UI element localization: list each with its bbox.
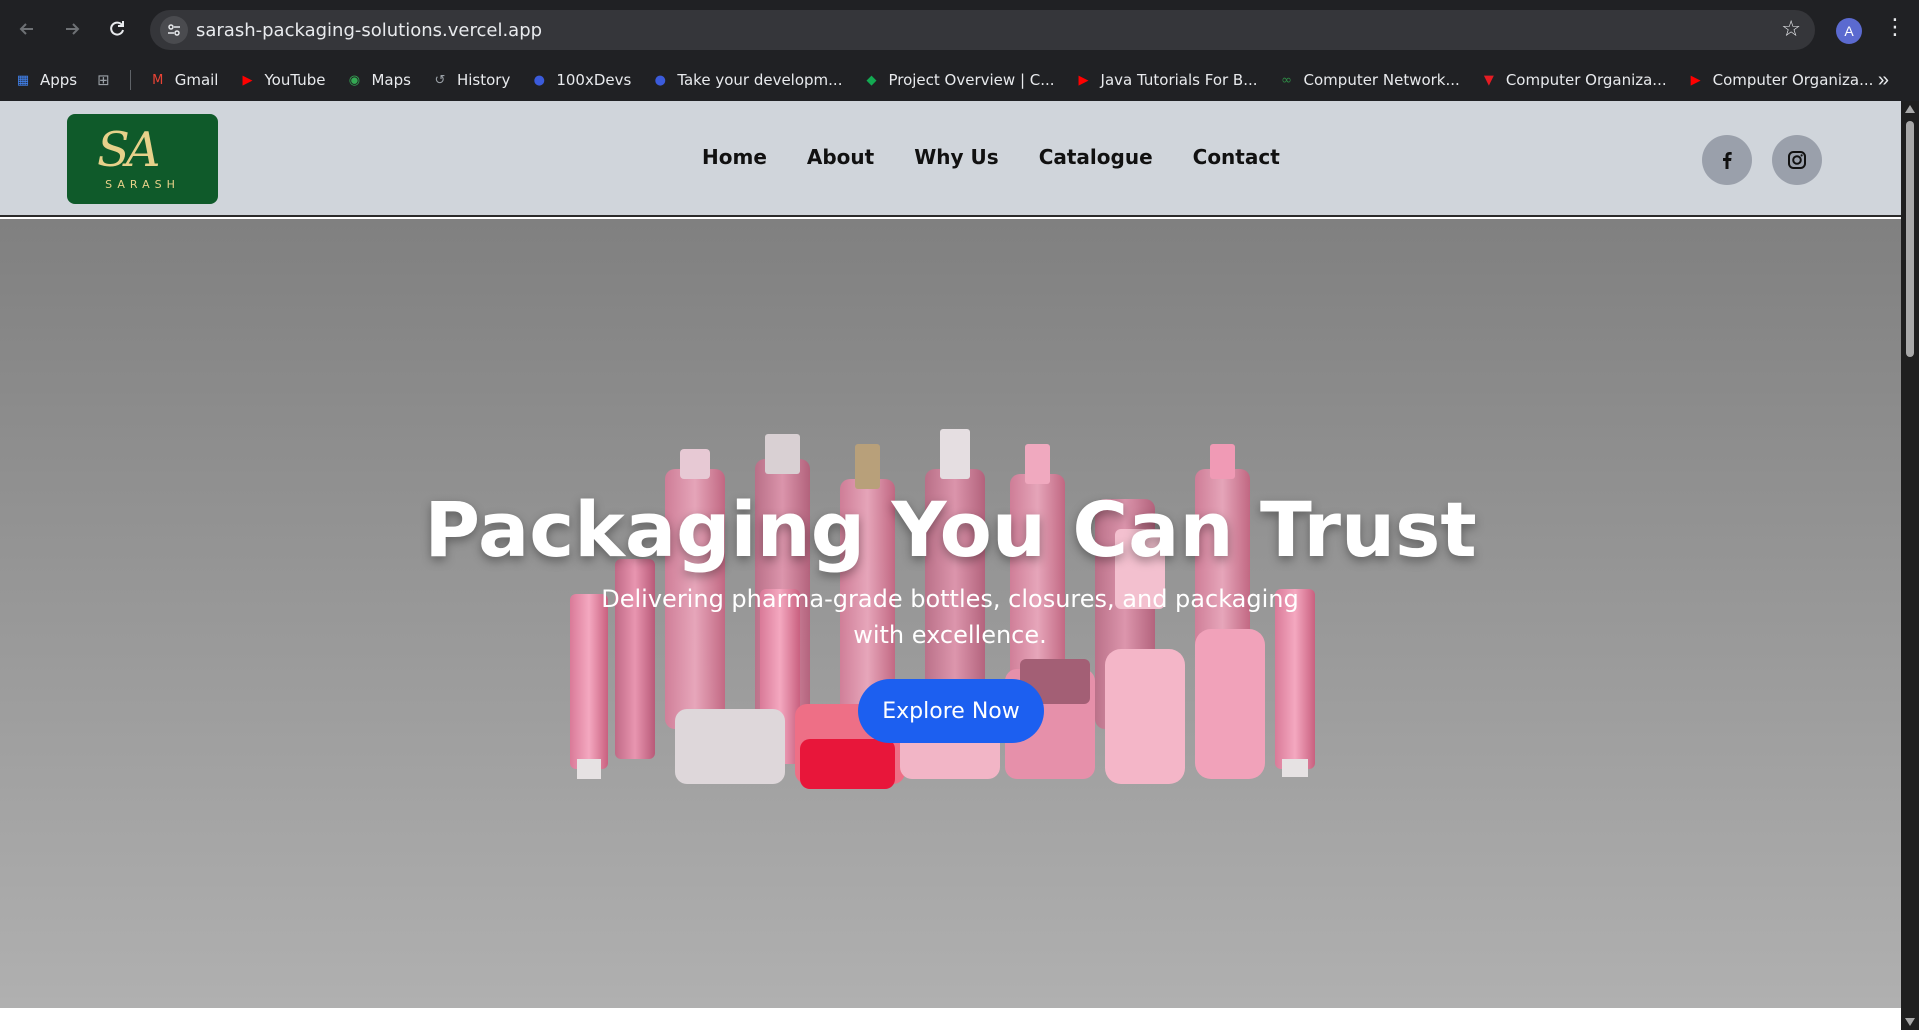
bookmark-item[interactable]: ▼ Computer Organiza... bbox=[1480, 71, 1667, 89]
logo-monogram: SA bbox=[97, 122, 161, 178]
back-button[interactable] bbox=[10, 12, 44, 46]
site-header: SA SARASH Home About Why Us Catalogue Co… bbox=[0, 101, 1901, 217]
bookmark-item[interactable]: ● Take your developm... bbox=[651, 71, 843, 89]
gmail-icon: M bbox=[152, 72, 164, 88]
youtube-icon: ▶ bbox=[242, 72, 253, 88]
main-nav: Home About Why Us Catalogue Contact bbox=[702, 145, 1280, 169]
reload-icon bbox=[110, 21, 124, 36]
scrollbar-thumb[interactable] bbox=[1906, 121, 1914, 357]
bookmark-item[interactable]: ↺ History bbox=[431, 71, 511, 89]
bookmark-item[interactable]: ◆ Project Overview | C... bbox=[862, 71, 1054, 89]
bookmark-item[interactable]: M Gmail bbox=[149, 71, 219, 89]
nav-home[interactable]: Home bbox=[702, 145, 767, 169]
scroll-down-icon[interactable] bbox=[1905, 1018, 1915, 1026]
back-arrow-icon bbox=[19, 23, 33, 35]
gfg-icon: ∞ bbox=[1281, 72, 1292, 88]
profile-avatar[interactable]: A bbox=[1836, 18, 1862, 44]
nav-about[interactable]: About bbox=[807, 145, 874, 169]
bookmark-item[interactable]: ▶ YouTube bbox=[238, 71, 325, 89]
instagram-button[interactable] bbox=[1772, 135, 1822, 185]
apps-grid-icon: ▦ bbox=[16, 72, 30, 88]
site-info-icon[interactable] bbox=[160, 16, 188, 44]
address-bar[interactable]: sarash-packaging-solutions.vercel.app ☆ bbox=[150, 10, 1815, 50]
instagram-icon bbox=[1788, 151, 1806, 169]
more-bookmarks-icon[interactable]: » bbox=[1878, 69, 1889, 92]
bookmark-item[interactable]: ▶ Java Tutorials For B... bbox=[1075, 71, 1258, 89]
bookmark-label: Java Tutorials For B... bbox=[1100, 71, 1258, 89]
bookmark-label: 100xDevs bbox=[556, 71, 632, 89]
bookmark-item[interactable]: ◉ Maps bbox=[345, 71, 411, 89]
explore-now-button[interactable]: Explore Now bbox=[858, 679, 1044, 743]
maps-icon: ◉ bbox=[348, 72, 361, 88]
page-scrollbar[interactable] bbox=[1901, 101, 1919, 1030]
logo-wordmark: SARASH bbox=[105, 178, 180, 191]
avatar-icon: ● bbox=[533, 72, 545, 88]
bookmark-label: Maps bbox=[371, 71, 411, 89]
youtube-icon: ▶ bbox=[1078, 72, 1089, 88]
bookmark-item[interactable]: ● 100xDevs bbox=[530, 71, 632, 89]
bookmark-label: Project Overview | C... bbox=[888, 71, 1055, 89]
hero-subtitle: Delivering pharma-grade bottles, closure… bbox=[601, 585, 1299, 649]
nav-contact[interactable]: Contact bbox=[1193, 145, 1280, 169]
bookmark-label: History bbox=[456, 71, 511, 89]
triangle-icon: ▼ bbox=[1483, 72, 1494, 88]
page-viewport: SA SARASH Home About Why Us Catalogue Co… bbox=[0, 101, 1901, 1030]
bookmark-separator bbox=[129, 70, 131, 90]
history-icon: ↺ bbox=[434, 72, 446, 88]
bookmark-label: Computer Organiza... bbox=[1712, 71, 1874, 89]
youtube-icon: ▶ bbox=[1690, 72, 1701, 88]
bookmark-label: Take your developm... bbox=[677, 71, 843, 89]
bookmark-star-icon[interactable]: ☆ bbox=[1781, 16, 1801, 42]
bookmark-item[interactable]: ▦ Apps bbox=[14, 71, 77, 89]
bookmark-label: Gmail bbox=[174, 71, 219, 89]
site-logo[interactable]: SA SARASH bbox=[67, 114, 218, 204]
forward-button[interactable] bbox=[55, 12, 89, 46]
bookmark-item[interactable]: ∞ Computer Network... bbox=[1278, 71, 1460, 89]
bookmark-label: Computer Organiza... bbox=[1505, 71, 1667, 89]
bookmark-label: Computer Network... bbox=[1303, 71, 1460, 89]
browser-menu-icon[interactable]: ⋮ bbox=[1884, 14, 1906, 40]
scroll-up-icon[interactable] bbox=[1905, 105, 1915, 113]
bookmark-item[interactable]: ▶ Computer Organiza... bbox=[1687, 71, 1874, 89]
avatar-icon: ● bbox=[654, 72, 666, 88]
tab-groups-icon[interactable]: ⊞ bbox=[97, 71, 110, 89]
mongodb-icon: ◆ bbox=[866, 72, 877, 88]
hero-section: Packaging You Can Trust Delivering pharm… bbox=[0, 219, 1901, 1008]
browser-toolbar: sarash-packaging-solutions.vercel.app ☆ … bbox=[0, 0, 1919, 59]
reload-button[interactable] bbox=[100, 12, 134, 46]
bookmark-label: YouTube bbox=[264, 71, 326, 89]
url-text: sarash-packaging-solutions.vercel.app bbox=[196, 20, 543, 41]
next-section-edge bbox=[0, 1008, 1901, 1030]
bookmarks-bar: ▦ Apps ⊞ M Gmail ▶ YouTube ◉ Maps ↺ History ● 100xDe… bbox=[0, 59, 1919, 101]
bookmark-label: Apps bbox=[40, 71, 78, 89]
hero-title: Packaging You Can Trust bbox=[424, 485, 1477, 574]
facebook-icon bbox=[1723, 152, 1732, 169]
facebook-button[interactable] bbox=[1702, 135, 1752, 185]
nav-why-us[interactable]: Why Us bbox=[914, 145, 998, 169]
forward-arrow-icon bbox=[66, 23, 80, 35]
nav-catalogue[interactable]: Catalogue bbox=[1039, 145, 1153, 169]
